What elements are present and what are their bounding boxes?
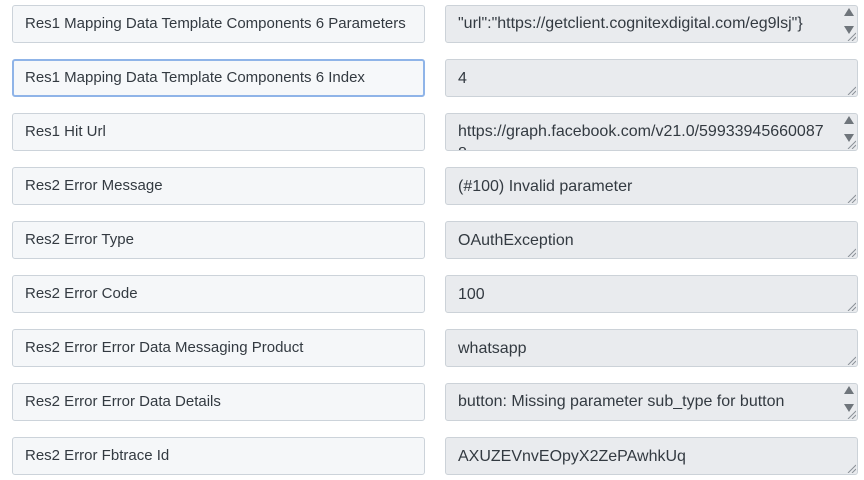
mapping-row: Res2 Error Error Data Messaging Product w… xyxy=(0,329,864,367)
resize-handle-icon[interactable] xyxy=(847,302,856,311)
field-value-text: 4 xyxy=(458,70,467,87)
mapping-row: Res1 Mapping Data Template Components 6 … xyxy=(0,5,864,43)
field-value-text: whatsapp xyxy=(458,340,527,357)
field-value-textarea[interactable]: 100 xyxy=(445,275,858,313)
field-value-textarea[interactable]: button: Missing parameter sub_type for b… xyxy=(445,383,858,421)
field-name-input[interactable]: Res2 Error Fbtrace Id xyxy=(12,437,425,475)
mapping-row: Res2 Error Fbtrace Id AXUZEVnvEOpyX2ZePAw… xyxy=(0,437,864,475)
field-value-textarea[interactable]: AXUZEVnvEOpyX2ZePAwhkUq xyxy=(445,437,858,475)
field-name-input[interactable]: Res2 Error Error Data Messaging Product xyxy=(12,329,425,367)
resize-handle-icon[interactable] xyxy=(847,248,856,257)
field-name-input[interactable]: Res2 Error Code xyxy=(12,275,425,313)
scroll-up-arrow-icon[interactable] xyxy=(844,116,854,124)
field-name-input[interactable]: Res1 Mapping Data Template Components 6 … xyxy=(12,59,425,97)
resize-handle-icon[interactable] xyxy=(847,86,856,95)
field-value-text: AXUZEVnvEOpyX2ZePAwhkUq xyxy=(458,448,686,465)
mapping-row: Res2 Error Type OAuthException xyxy=(0,221,864,259)
field-name-input[interactable]: Res2 Error Message xyxy=(12,167,425,205)
mapping-row: Res2 Error Code 100 xyxy=(0,275,864,313)
field-value-text: "url":"https://getclient.cognitexdigital… xyxy=(458,15,803,32)
field-name-input[interactable]: Res2 Error Error Data Details xyxy=(12,383,425,421)
resize-handle-icon[interactable] xyxy=(847,140,856,149)
resize-handle-icon[interactable] xyxy=(847,410,856,419)
mapping-row: Res1 Hit Url https://graph.facebook.com/v… xyxy=(0,113,864,151)
field-value-textarea[interactable]: OAuthException xyxy=(445,221,858,259)
field-mapping-list: Res1 Mapping Data Template Components 6 … xyxy=(0,0,864,480)
mapping-row: Res1 Mapping Data Template Components 6 … xyxy=(0,59,864,97)
scroll-spinner[interactable] xyxy=(843,386,855,412)
field-value-textarea[interactable]: 4 xyxy=(445,59,858,97)
scroll-up-arrow-icon[interactable] xyxy=(844,386,854,394)
field-name-input[interactable]: Res2 Error Type xyxy=(12,221,425,259)
field-value-text: OAuthException xyxy=(458,232,574,249)
field-value-text: (#100) Invalid parameter xyxy=(458,178,633,195)
scroll-spinner[interactable] xyxy=(843,116,855,142)
resize-handle-icon[interactable] xyxy=(847,32,856,41)
scroll-spinner[interactable] xyxy=(843,8,855,34)
field-value-textarea[interactable]: "url":"https://getclient.cognitexdigital… xyxy=(445,5,858,43)
field-value-text: https://graph.facebook.com/v21.0/5993394… xyxy=(458,123,824,150)
scroll-up-arrow-icon[interactable] xyxy=(844,8,854,16)
field-value-textarea[interactable]: (#100) Invalid parameter xyxy=(445,167,858,205)
resize-handle-icon[interactable] xyxy=(847,356,856,365)
field-value-text: button: Missing parameter sub_type for b… xyxy=(458,393,785,410)
field-value-text: 100 xyxy=(458,286,485,303)
field-name-input[interactable]: Res1 Mapping Data Template Components 6 … xyxy=(12,5,425,43)
resize-handle-icon[interactable] xyxy=(847,464,856,473)
mapping-row: Res2 Error Error Data Details button: Mis… xyxy=(0,383,864,421)
field-value-textarea[interactable]: whatsapp xyxy=(445,329,858,367)
field-name-input[interactable]: Res1 Hit Url xyxy=(12,113,425,151)
field-value-textarea[interactable]: https://graph.facebook.com/v21.0/5993394… xyxy=(445,113,858,151)
resize-handle-icon[interactable] xyxy=(847,194,856,203)
mapping-row: Res2 Error Message (#100) Invalid paramet… xyxy=(0,167,864,205)
